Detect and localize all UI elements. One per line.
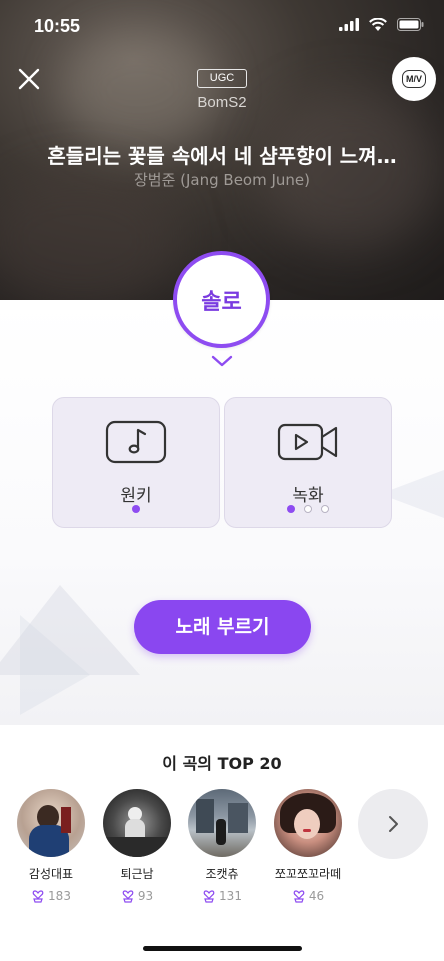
music-note-icon bbox=[105, 420, 167, 464]
mode-solo-label: 솔로 bbox=[201, 289, 242, 315]
top-user-1[interactable]: 감성대표 183 bbox=[11, 789, 91, 903]
more-users-button[interactable] bbox=[358, 789, 428, 859]
original-key-page-dots bbox=[53, 505, 219, 513]
status-time: 10:55 bbox=[34, 16, 81, 36]
status-icons bbox=[339, 18, 424, 31]
heart-hand-icon bbox=[122, 890, 134, 903]
top-user-4[interactable]: 쪼꼬쪼꼬라떼 46 bbox=[268, 789, 348, 903]
heart-hand-icon bbox=[32, 890, 44, 903]
page-dot bbox=[287, 505, 295, 513]
sing-button[interactable]: 노래 부르기 bbox=[134, 600, 311, 654]
battery-icon bbox=[397, 18, 424, 31]
artist-name: 장범준 (Jang Beom June) bbox=[133, 171, 311, 189]
like-count: 93 bbox=[137, 889, 154, 903]
home-indicator[interactable] bbox=[143, 946, 302, 951]
mode-solo-button[interactable]: 솔로 bbox=[173, 251, 270, 348]
top-user-2[interactable]: 퇴근남 93 bbox=[97, 789, 177, 903]
mv-icon: M/V bbox=[401, 70, 426, 88]
avatar bbox=[274, 789, 342, 857]
user-name: 퇴근남 bbox=[120, 867, 154, 881]
top20-section: 이 곡의 TOP 20 감성대표 183 퇴근남 93 조캣츄 131 쪼꼬쪼꼬… bbox=[0, 725, 444, 961]
avatar bbox=[188, 789, 256, 857]
signal-icon bbox=[339, 18, 359, 31]
chevron-right-icon bbox=[389, 816, 398, 832]
like-count: 46 bbox=[308, 889, 325, 903]
page-dot bbox=[304, 505, 312, 513]
heart-hand-icon bbox=[203, 890, 215, 903]
screen: 10:55 UGC BomS2 M/V 흔들리는 꽃들 속에서 네 샴푸향이 느… bbox=[0, 0, 444, 961]
close-button[interactable] bbox=[14, 64, 44, 94]
user-name: 조캣츄 bbox=[205, 867, 239, 881]
page-dot bbox=[321, 505, 329, 513]
user-name: 감성대표 bbox=[28, 867, 74, 881]
status-bar: 10:55 bbox=[0, 0, 444, 56]
wifi-icon bbox=[369, 18, 387, 31]
top-user-3[interactable]: 조캣츄 131 bbox=[182, 789, 262, 903]
record-label: 녹화 bbox=[292, 486, 324, 506]
original-key-card[interactable]: 원키 bbox=[52, 397, 220, 528]
heart-hand-icon bbox=[293, 890, 305, 903]
like-count: 131 bbox=[219, 889, 242, 903]
uploader-name: BomS2 bbox=[197, 94, 247, 111]
like-count: 183 bbox=[48, 889, 71, 903]
page-dot bbox=[132, 505, 140, 513]
user-like-count: 46 bbox=[268, 889, 348, 903]
original-key-label: 원키 bbox=[120, 486, 152, 506]
user-like-count: 183 bbox=[11, 889, 91, 903]
song-title: 흔들리는 꽃들 속에서 네 샴푸향이 느껴… bbox=[47, 144, 397, 168]
ugc-badge: UGC bbox=[197, 69, 247, 88]
record-page-dots bbox=[225, 505, 391, 513]
user-like-count: 131 bbox=[182, 889, 262, 903]
mv-button[interactable]: M/V bbox=[392, 57, 436, 101]
top20-title: 이 곡의 TOP 20 bbox=[162, 754, 282, 773]
chevron-down-icon[interactable] bbox=[211, 354, 233, 368]
user-like-count: 93 bbox=[97, 889, 177, 903]
avatar bbox=[103, 789, 171, 857]
video-camera-icon bbox=[277, 423, 338, 461]
user-name: 쪼꼬쪼꼬라떼 bbox=[274, 867, 342, 881]
record-card[interactable]: 녹화 bbox=[224, 397, 392, 528]
avatar bbox=[17, 789, 85, 857]
close-icon bbox=[18, 68, 40, 90]
